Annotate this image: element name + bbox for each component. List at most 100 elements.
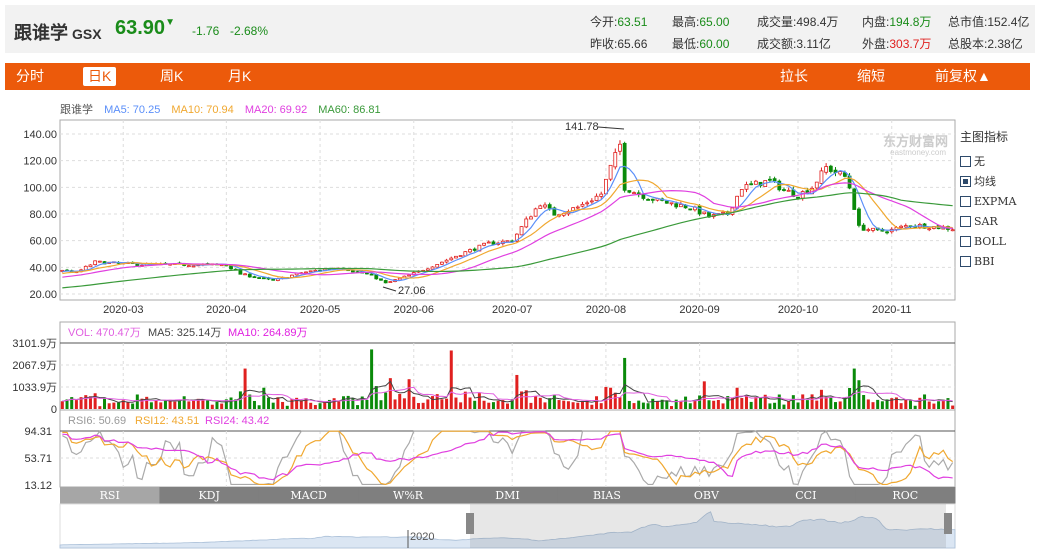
volume-bar <box>473 400 477 409</box>
ma10-line <box>62 177 953 279</box>
candle-body <box>88 264 93 268</box>
volume-bar <box>908 400 912 409</box>
navigator-left-handle[interactable] <box>466 513 474 534</box>
indicator-tab-roc[interactable]: ROC <box>855 487 956 504</box>
indicator-tab-dmi[interactable]: DMI <box>457 487 558 504</box>
vol-ma10-legend: MA10: 264.89万 <box>228 327 308 339</box>
volume-bar <box>777 394 781 409</box>
volume-bar <box>759 397 763 409</box>
candle-body <box>472 248 477 251</box>
candle-body <box>739 189 744 197</box>
indicator-tab-rsi[interactable]: RSI <box>60 487 160 504</box>
date-tick-label: 2020-09 <box>679 304 719 316</box>
candle-body <box>458 255 463 257</box>
rsi6-legend: RSI6: 50.69 <box>68 415 126 427</box>
candle-body <box>838 171 843 175</box>
volume-bar <box>229 397 233 409</box>
volume-bar <box>791 395 795 409</box>
candle-body <box>782 189 786 191</box>
volume-bar <box>337 401 341 409</box>
volume-bar <box>576 402 580 409</box>
volume-bar <box>117 402 121 409</box>
eastmoney-watermark-logo: 东方财富网 <box>883 134 948 149</box>
volume-bar <box>215 401 219 409</box>
low-price-annotation: 27.06 <box>398 285 426 297</box>
volume-bar <box>210 404 214 409</box>
volume-bar <box>192 400 196 409</box>
volume-bar <box>398 393 402 409</box>
volume-bar <box>857 380 861 409</box>
volume-bar <box>257 405 261 409</box>
volume-bar <box>829 397 833 409</box>
candle-body <box>243 273 247 276</box>
volume-bar <box>543 402 547 409</box>
volume-bar <box>421 402 425 409</box>
volume-bar <box>923 394 927 409</box>
candle-body <box>379 278 383 281</box>
volume-bar <box>431 396 435 409</box>
volume-bar <box>252 400 256 409</box>
navigator-selection[interactable] <box>470 504 946 548</box>
candle-body <box>871 227 875 231</box>
volume-bar <box>112 402 116 409</box>
volume-bar <box>815 400 819 409</box>
candle-body <box>350 270 355 273</box>
volume-bar <box>248 394 252 409</box>
volume-bar <box>463 391 467 409</box>
volume-bar <box>126 402 130 409</box>
volume-bar <box>402 398 406 409</box>
volume-bar <box>187 401 191 409</box>
volume-bar <box>482 400 486 409</box>
volume-tick-label: 1033.9万 <box>12 382 57 394</box>
candle-body <box>857 208 861 226</box>
volume-bar <box>379 400 383 409</box>
indicator-tab-bias[interactable]: BIAS <box>557 487 658 504</box>
candle-body <box>449 257 454 261</box>
volume-bar <box>810 394 814 409</box>
candle-body <box>814 181 819 189</box>
indicator-tab-kdj[interactable]: KDJ <box>159 487 260 504</box>
volume-bar <box>599 403 603 409</box>
indicator-tab-wr[interactable]: W%R <box>358 487 459 504</box>
candle-body <box>608 164 613 180</box>
candle-body <box>93 260 98 266</box>
volume-bar <box>595 396 599 409</box>
candle-body <box>828 165 833 172</box>
volume-bar <box>819 389 823 409</box>
candle-body <box>641 194 646 199</box>
candle-body <box>772 178 777 182</box>
volume-bar <box>641 402 645 409</box>
volume-bar <box>871 402 875 409</box>
candle-body <box>674 203 679 208</box>
volume-bar <box>131 403 135 409</box>
candle-body <box>454 255 458 259</box>
indicator-tab-macd[interactable]: MACD <box>258 487 359 504</box>
volume-bar <box>445 398 449 409</box>
volume-bar <box>904 399 908 409</box>
volume-bar <box>927 401 931 409</box>
volume-bar <box>332 398 336 409</box>
candle-body <box>786 189 791 192</box>
volume-bar <box>580 400 584 409</box>
volume-bar <box>159 402 163 409</box>
candle-body <box>585 202 590 205</box>
price-tick-label: 20.00 <box>29 289 57 301</box>
candle-body <box>538 205 543 209</box>
indicator-tab-cci[interactable]: CCI <box>756 487 857 504</box>
volume-bar <box>740 398 744 409</box>
candle-body <box>257 277 262 279</box>
high-price-annotation: 141.78 <box>565 121 599 133</box>
volume-bar <box>459 402 463 409</box>
candle-body <box>247 273 252 278</box>
rsi12-legend: RSI12: 43.51 <box>135 415 199 427</box>
volume-bar <box>290 398 294 409</box>
candle-body <box>430 266 435 270</box>
volume-bar <box>468 397 472 409</box>
volume-bar <box>773 402 777 409</box>
navigator-right-handle[interactable] <box>944 513 952 534</box>
indicator-tab-obv[interactable]: OBV <box>656 487 757 504</box>
candle-body <box>899 225 904 228</box>
volume-tick-label: 2067.9万 <box>12 360 57 372</box>
volume-bar <box>754 397 758 409</box>
volume-bar <box>515 374 519 409</box>
